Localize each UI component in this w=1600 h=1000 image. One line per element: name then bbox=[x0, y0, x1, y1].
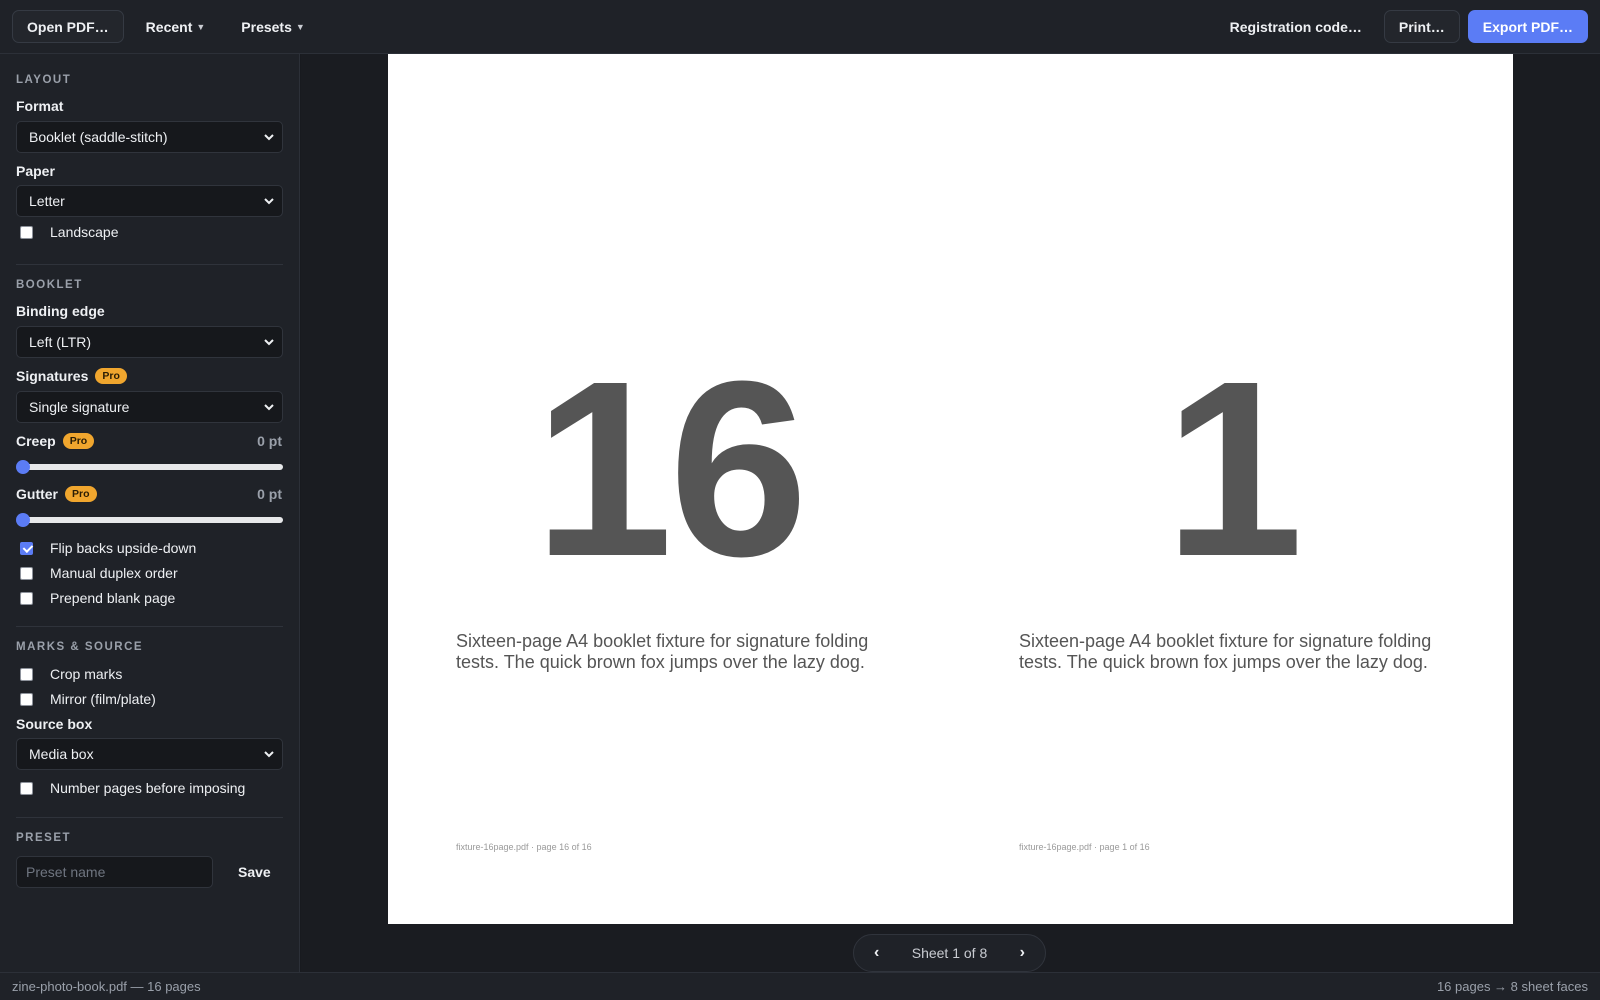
marks-section-title: MARKS & SOURCE bbox=[16, 641, 144, 653]
preset-name-input[interactable]: Preset name bbox=[16, 856, 213, 888]
gutter-slider-thumb[interactable] bbox=[16, 513, 30, 527]
prepend-blank-checkbox-row[interactable]: Prepend blank page bbox=[20, 590, 175, 606]
signatures-select[interactable]: Single signature bbox=[16, 391, 283, 423]
format-value: Booklet (saddle-stitch) bbox=[29, 129, 168, 145]
creep-slider-thumb[interactable] bbox=[16, 460, 30, 474]
page-number: 16 bbox=[533, 329, 808, 608]
print-button[interactable]: Print… bbox=[1383, 10, 1460, 43]
source-box-label: Source box bbox=[16, 716, 93, 732]
layout-section-title: LAYOUT bbox=[16, 74, 72, 86]
manual-duplex-checkbox-row[interactable]: Manual duplex order bbox=[20, 565, 178, 581]
section-divider bbox=[16, 626, 283, 627]
pro-badge: Pro bbox=[62, 433, 95, 449]
number-pages-checkbox[interactable] bbox=[20, 781, 33, 795]
recent-label: Recent bbox=[145, 18, 193, 35]
save-preset-button[interactable]: Save bbox=[228, 856, 281, 888]
mirror-label: Mirror (film/plate) bbox=[50, 691, 156, 707]
prev-sheet-button[interactable]: ‹ bbox=[874, 944, 879, 962]
page-footer: fixture-16page.pdf · page 16 of 16 bbox=[456, 842, 592, 852]
next-sheet-button[interactable]: › bbox=[1020, 944, 1025, 962]
signatures-label-row: Signatures Pro bbox=[16, 368, 127, 384]
preview-area: 16 Sixteen-page A4 booklet fixture for s… bbox=[301, 54, 1600, 972]
flip-backs-label: Flip backs upside-down bbox=[50, 540, 197, 556]
crop-marks-checkbox[interactable] bbox=[20, 667, 33, 681]
booklet-section-title: BOOKLET bbox=[16, 279, 83, 291]
page-blurb: Sixteen-page A4 booklet fixture for sign… bbox=[456, 631, 869, 672]
section-divider bbox=[16, 264, 283, 265]
signatures-label: Signatures bbox=[16, 368, 89, 384]
number-pages-checkbox-row[interactable]: Number pages before imposing bbox=[20, 780, 245, 796]
chevron-down-icon: ▼ bbox=[196, 21, 206, 32]
crop-marks-checkbox-row[interactable]: Crop marks bbox=[20, 666, 122, 682]
creep-label: Creep bbox=[16, 433, 56, 449]
prepend-blank-checkbox[interactable] bbox=[20, 591, 33, 605]
sheet-preview: 16 Sixteen-page A4 booklet fixture for s… bbox=[388, 54, 1513, 924]
flip-backs-checkbox-row[interactable]: Flip backs upside-down bbox=[20, 540, 196, 556]
paper-label: Paper bbox=[16, 163, 55, 179]
landscape-checkbox-row[interactable]: Landscape bbox=[20, 224, 119, 240]
manual-duplex-checkbox[interactable] bbox=[20, 566, 33, 580]
presets-label: Presets bbox=[241, 18, 292, 35]
binding-edge-value: Left (LTR) bbox=[29, 334, 91, 350]
format-label: Format bbox=[16, 98, 64, 114]
binding-edge-label: Binding edge bbox=[16, 303, 105, 319]
presets-menu-button[interactable]: Presets ▼ bbox=[227, 10, 319, 43]
gutter-label-row: Gutter Pro bbox=[16, 486, 97, 502]
preset-section-title: PRESET bbox=[16, 832, 72, 844]
paper-value: Letter bbox=[29, 193, 65, 209]
page-number: 1 bbox=[1164, 329, 1303, 608]
chevron-down-icon bbox=[264, 751, 274, 758]
chevron-down-icon bbox=[264, 339, 274, 346]
right-page: 1 Sixteen-page A4 booklet fixture for si… bbox=[951, 54, 1513, 924]
creep-slider[interactable] bbox=[16, 460, 283, 474]
registration-code-button[interactable]: Registration code… bbox=[1216, 10, 1376, 43]
source-box-select[interactable]: Media box bbox=[16, 738, 283, 770]
sheet-indicator: Sheet 1 of 8 bbox=[911, 945, 988, 961]
chevron-down-icon: ▼ bbox=[295, 21, 305, 32]
gutter-label: Gutter bbox=[16, 486, 58, 502]
signatures-value: Single signature bbox=[29, 399, 130, 415]
settings-sidebar: LAYOUT Format Booklet (saddle-stitch) Pa… bbox=[0, 54, 300, 972]
landscape-checkbox[interactable] bbox=[20, 225, 33, 239]
paper-select[interactable]: Letter bbox=[16, 185, 283, 217]
open-pdf-button[interactable]: Open PDF… bbox=[12, 10, 124, 43]
crop-marks-label: Crop marks bbox=[50, 666, 123, 682]
chevron-down-icon bbox=[264, 198, 274, 205]
manual-duplex-label: Manual duplex order bbox=[50, 565, 178, 581]
format-select[interactable]: Booklet (saddle-stitch) bbox=[16, 121, 283, 153]
pro-badge: Pro bbox=[65, 486, 97, 502]
page-footer: fixture-16page.pdf · page 1 of 16 bbox=[1019, 842, 1150, 852]
mirror-checkbox-row[interactable]: Mirror (film/plate) bbox=[20, 691, 156, 707]
source-box-value: Media box bbox=[29, 746, 94, 762]
status-sheet-info: 16 pages → 8 sheet faces bbox=[1436, 979, 1588, 994]
status-bar: zine-photo-book.pdf — 16 pages 16 pages … bbox=[0, 972, 1600, 1000]
left-page: 16 Sixteen-page A4 booklet fixture for s… bbox=[388, 54, 950, 924]
page-blurb: Sixteen-page A4 booklet fixture for sign… bbox=[1019, 631, 1432, 672]
export-pdf-button[interactable]: Export PDF… bbox=[1467, 10, 1588, 43]
top-toolbar: Open PDF… Recent ▼ Presets ▼ Registratio… bbox=[0, 0, 1600, 54]
prepend-blank-label: Prepend blank page bbox=[50, 590, 176, 606]
chevron-down-icon bbox=[264, 404, 274, 411]
creep-label-row: Creep Pro bbox=[16, 433, 95, 449]
section-divider bbox=[16, 817, 283, 818]
chevron-down-icon bbox=[264, 134, 274, 141]
landscape-label: Landscape bbox=[50, 224, 119, 240]
flip-backs-checkbox[interactable] bbox=[20, 541, 33, 555]
number-pages-label: Number pages before imposing bbox=[50, 780, 246, 796]
gutter-value: 0 pt bbox=[257, 486, 282, 502]
mirror-checkbox[interactable] bbox=[20, 692, 33, 706]
sheet-pager: ‹ Sheet 1 of 8 › bbox=[853, 934, 1046, 972]
binding-edge-select[interactable]: Left (LTR) bbox=[16, 326, 283, 358]
pro-badge: Pro bbox=[95, 368, 127, 384]
creep-value: 0 pt bbox=[257, 433, 282, 449]
recent-menu-button[interactable]: Recent ▼ bbox=[132, 10, 220, 43]
gutter-slider[interactable] bbox=[16, 513, 283, 527]
status-file-info: zine-photo-book.pdf — 16 pages bbox=[12, 979, 201, 994]
